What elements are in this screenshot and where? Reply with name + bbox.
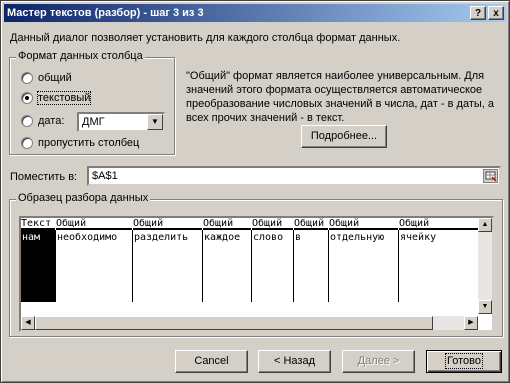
format-info-text: "Общий" формат является наиболее универс… <box>186 70 494 124</box>
radio-text-button[interactable] <box>21 92 33 104</box>
radio-skip-button[interactable] <box>21 137 33 149</box>
text-import-wizard-dialog: Мастер текстов (разбор) - шаг 3 из 3 ? x… <box>0 0 510 383</box>
help-button[interactable]: ? <box>470 6 486 20</box>
dialog-description: Данный диалог позволяет установить для к… <box>10 32 401 44</box>
preview-column[interactable]: Общий слово <box>252 218 294 302</box>
column-header[interactable]: Общий <box>399 218 481 230</box>
back-button-label: < Назад <box>274 355 315 367</box>
data-preview-group: Образец разбора данных Текст нам Общий н… <box>9 192 503 337</box>
next-button[interactable]: Далее > <box>342 350 415 373</box>
preview-column[interactable]: Общий отдельную <box>329 218 399 302</box>
date-format-select[interactable]: ДМГ ▼ <box>77 112 165 132</box>
data-preview-pane[interactable]: Текст нам Общий необходимо Общий раздели… <box>19 216 494 332</box>
finish-button[interactable]: Готово <box>426 350 502 373</box>
column-cell: необходимо <box>57 232 118 243</box>
column-header[interactable]: Общий <box>329 218 398 230</box>
preview-column[interactable]: Общий разделить <box>133 218 203 302</box>
preview-column[interactable]: Текст нам <box>21 218 56 302</box>
cancel-button[interactable]: Cancel <box>175 350 248 373</box>
preview-column[interactable]: Общий ячейку <box>399 218 481 302</box>
column-header[interactable]: Общий <box>56 218 132 230</box>
radio-general-button[interactable] <box>21 72 33 84</box>
radio-date-label[interactable]: дата: <box>38 115 64 127</box>
scroll-left-icon[interactable]: ◀ <box>21 316 35 330</box>
preview-columns: Текст нам Общий необходимо Общий раздели… <box>21 218 481 302</box>
cancel-button-label: Cancel <box>194 355 229 367</box>
scroll-down-icon[interactable]: ▼ <box>478 300 492 314</box>
column-cell: отдельную <box>330 232 385 243</box>
destination-value: $A$1 <box>92 170 118 182</box>
radio-general[interactable]: общий <box>21 70 72 86</box>
column-header[interactable]: Текст <box>21 218 55 230</box>
more-button-label: Подробнее... <box>310 130 378 142</box>
vertical-scrollbar[interactable]: ▲ ▼ <box>478 218 492 314</box>
radio-general-label[interactable]: общий <box>38 72 72 84</box>
column-format-legend: Формат данных столбца <box>16 50 145 62</box>
preview-column[interactable]: Общий в <box>294 218 329 302</box>
close-button[interactable]: x <box>488 6 504 20</box>
column-format-group: Формат данных столбца общий текстовый да… <box>9 50 175 155</box>
column-cell: в <box>295 232 302 243</box>
column-cell: нам <box>22 232 41 243</box>
radio-skip-label[interactable]: пропустить столбец <box>38 137 139 149</box>
data-preview-legend: Образец разбора данных <box>16 192 151 204</box>
radio-skip[interactable]: пропустить столбец <box>21 135 139 151</box>
column-header[interactable]: Общий <box>133 218 202 230</box>
window-title: Мастер текстов (разбор) - шаг 3 из 3 <box>7 7 204 19</box>
destination-label: Поместить в: <box>10 171 78 183</box>
column-cell: разделить <box>134 232 189 243</box>
preview-column[interactable]: Общий необходимо <box>56 218 133 302</box>
scroll-right-icon[interactable]: ▶ <box>464 316 478 330</box>
back-button[interactable]: < Назад <box>258 350 331 373</box>
more-button[interactable]: Подробнее... <box>301 125 387 148</box>
radio-date[interactable]: дата: <box>21 113 64 129</box>
column-cell: каждое <box>204 232 241 243</box>
column-header[interactable]: Общий <box>294 218 328 230</box>
destination-input[interactable]: $A$1 <box>87 166 501 186</box>
scroll-thumb[interactable] <box>35 316 433 330</box>
column-cell: слово <box>253 232 284 243</box>
range-picker-icon[interactable] <box>483 169 498 183</box>
scroll-up-icon[interactable]: ▲ <box>478 218 492 232</box>
chevron-down-icon[interactable]: ▼ <box>147 114 163 130</box>
column-header[interactable]: Общий <box>203 218 251 230</box>
preview-column[interactable]: Общий каждое <box>203 218 252 302</box>
radio-text-label[interactable]: текстовый <box>36 91 92 105</box>
next-button-label: Далее > <box>357 355 400 367</box>
column-header[interactable]: Общий <box>252 218 293 230</box>
date-format-value: ДМГ <box>82 116 105 128</box>
radio-text[interactable]: текстовый <box>21 90 92 106</box>
horizontal-scrollbar[interactable]: ◀ ▶ <box>21 316 478 330</box>
finish-button-label: Готово <box>445 353 483 369</box>
radio-date-button[interactable] <box>21 115 33 127</box>
title-bar: Мастер текстов (разбор) - шаг 3 из 3 ? x <box>4 4 506 22</box>
column-cell: ячейку <box>400 232 437 243</box>
